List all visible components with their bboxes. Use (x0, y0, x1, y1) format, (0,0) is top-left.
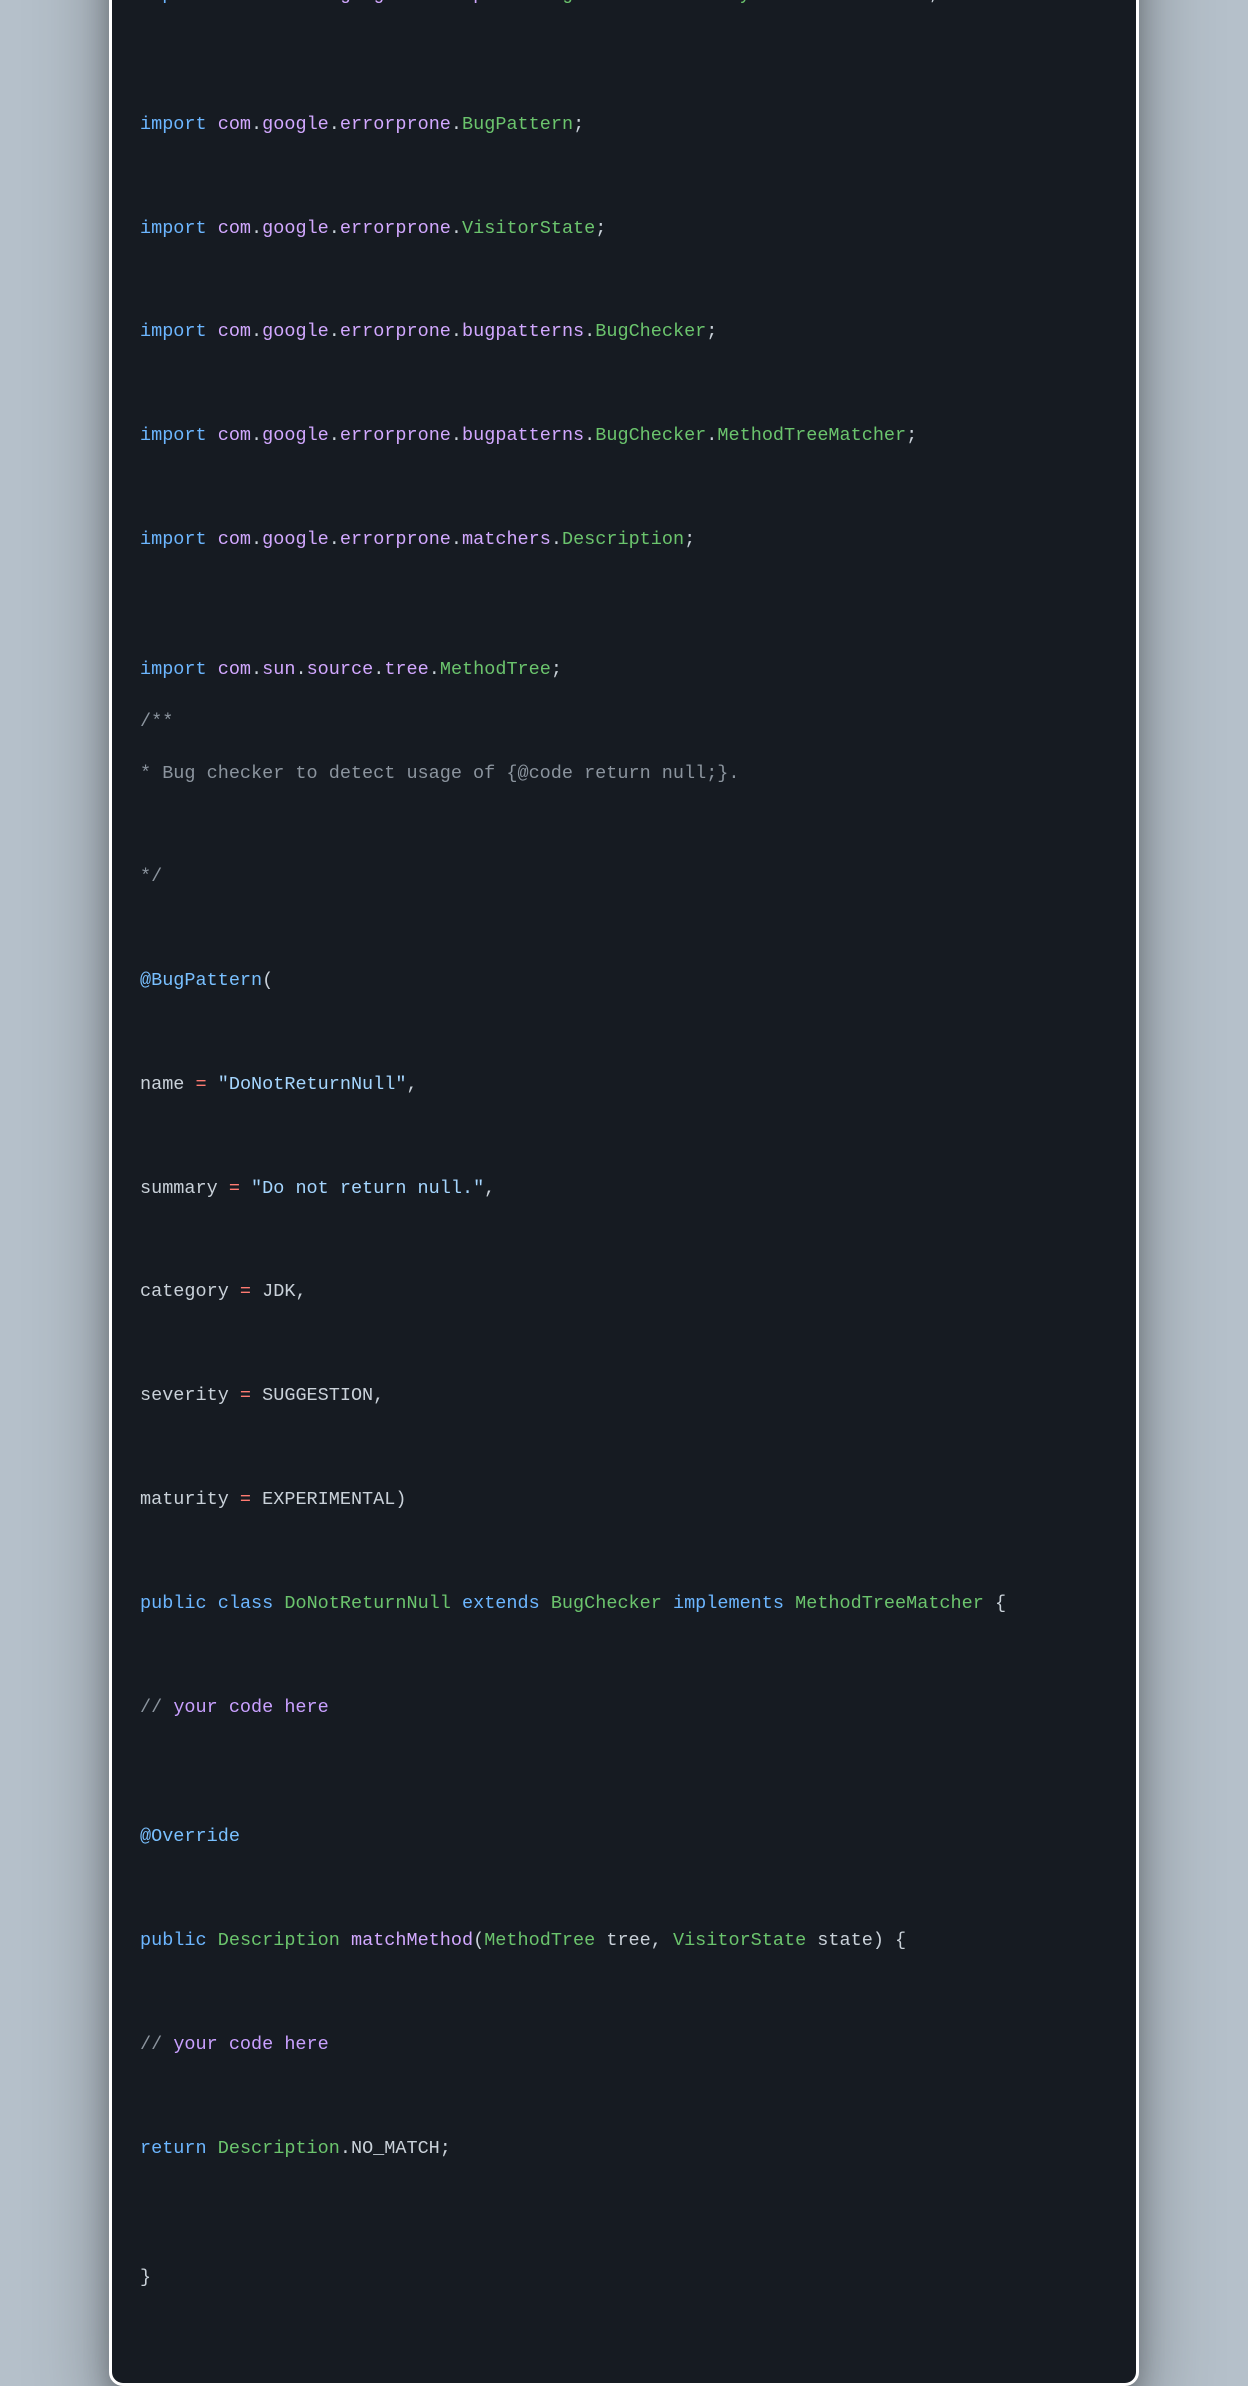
annotation-bugpattern: @BugPattern (140, 970, 262, 991)
doc-comment: /** (140, 711, 173, 732)
code-window: package com.google.errorprone.bugpattern… (109, 0, 1139, 2386)
annotation-override: @Override (140, 1826, 240, 1847)
code-block: package com.google.errorprone.bugpattern… (140, 0, 1108, 2343)
